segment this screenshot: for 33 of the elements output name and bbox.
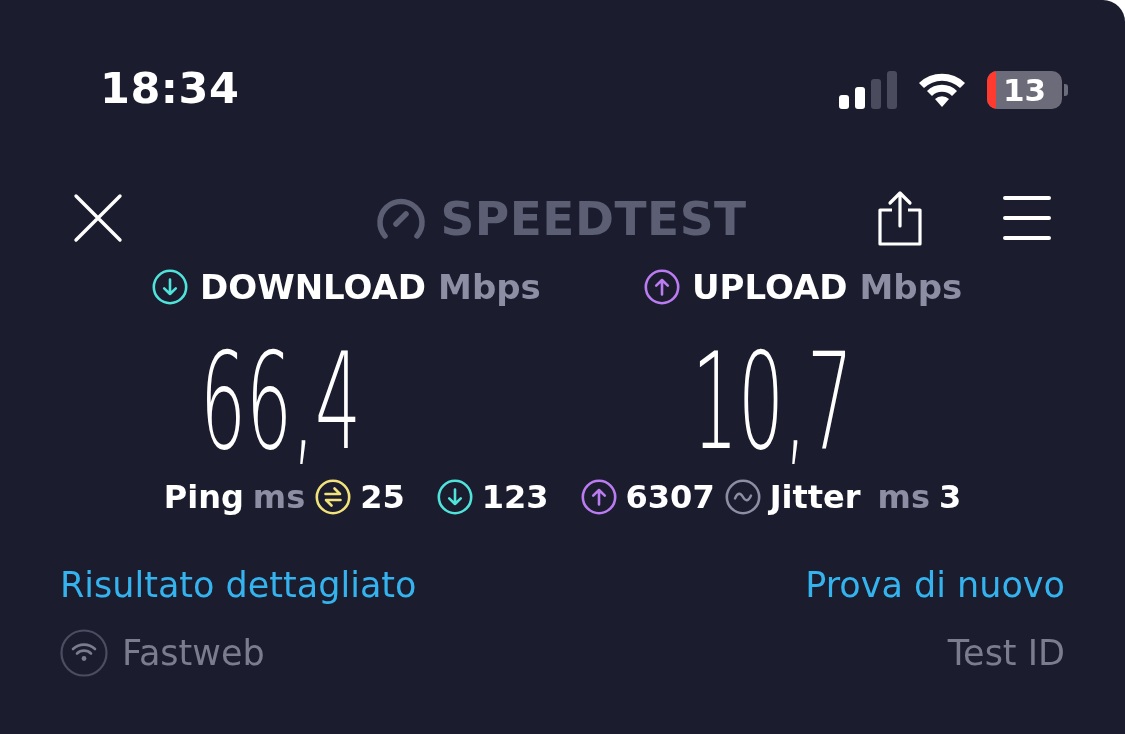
- menu-icon: [1003, 195, 1051, 241]
- wifi-circle-icon: [60, 629, 108, 677]
- battery-low-charge-icon: [987, 71, 996, 109]
- ping-value: 6307: [625, 478, 715, 516]
- metric-unit: Mbps: [438, 267, 541, 307]
- text-link[interactable]: Prova di nuovo: [805, 565, 1065, 605]
- text-link[interactable]: Risultato dettagliato: [60, 565, 417, 605]
- metric-label: UPLOAD: [692, 267, 848, 307]
- close-icon: [72, 192, 124, 244]
- share-icon: [877, 190, 923, 246]
- speed-value: 66,4: [200, 335, 362, 469]
- close-button[interactable]: [72, 192, 124, 244]
- battery-percentage: 13: [1002, 72, 1047, 108]
- gauge-icon: [376, 196, 427, 240]
- ping-unit: ms: [252, 478, 306, 516]
- metric-unit: Mbps: [859, 267, 963, 307]
- jitter-unit: ms: [877, 478, 930, 516]
- speedtest-logo-text: SPEEDTEST: [440, 190, 747, 246]
- share-button[interactable]: [877, 190, 923, 246]
- metric-label: DOWNLOAD: [200, 267, 427, 307]
- speed-value: 10,7: [692, 335, 854, 469]
- test-id-label: Test ID: [947, 633, 1065, 673]
- ping-label: Ping: [163, 478, 244, 516]
- wave-icon: [724, 479, 761, 515]
- cellular-signal-icon: [839, 71, 897, 109]
- menu-button[interactable]: [1003, 195, 1051, 241]
- jitter-value: 3: [939, 478, 962, 516]
- jitter-label: Jitter: [769, 478, 861, 516]
- ping-value: 25: [360, 478, 405, 516]
- ping-value: 123: [481, 478, 549, 516]
- provider-name: Fastweb: [122, 633, 265, 673]
- status-time: 18:34: [100, 63, 240, 113]
- wifi-icon: [917, 71, 967, 109]
